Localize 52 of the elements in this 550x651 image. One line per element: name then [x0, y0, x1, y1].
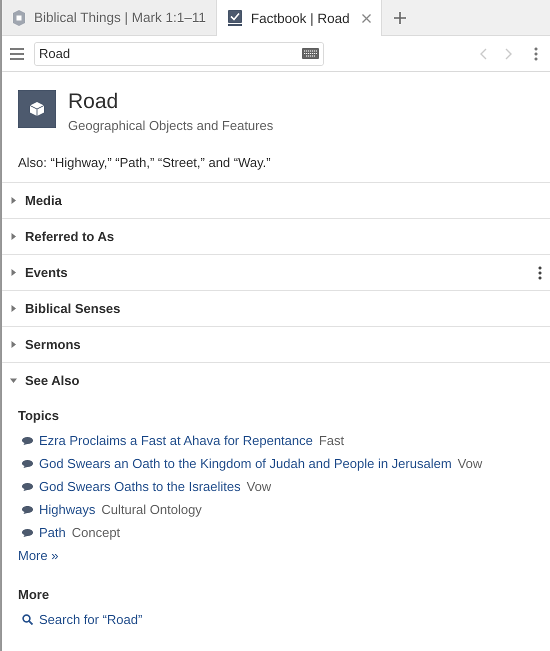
speech-bubble-icon: [22, 482, 33, 490]
section-label: Events: [25, 265, 69, 280]
more-link[interactable]: More »: [18, 548, 58, 563]
add-tab-icon[interactable]: [394, 12, 406, 24]
keyboard-icon[interactable]: [302, 48, 319, 58]
section-header[interactable]: Sermons: [2, 327, 550, 363]
expanded-caret-icon[interactable]: [10, 377, 17, 384]
more-icon[interactable]: [534, 46, 538, 60]
tab[interactable]: Factbook | Road: [216, 0, 382, 36]
search-field[interactable]: Road: [34, 42, 324, 66]
section-label: Media: [25, 193, 63, 208]
collapsed-caret-icon[interactable]: [10, 305, 17, 312]
close-icon[interactable]: [362, 14, 371, 22]
topic-type: Vow: [246, 479, 272, 494]
search-link[interactable]: Search for “Road”: [39, 612, 142, 627]
section-header[interactable]: Biblical Senses: [2, 291, 550, 327]
section-label: Sermons: [25, 337, 82, 352]
checkbook-icon: [226, 10, 243, 26]
topic-link[interactable]: God Swears Oaths to the Israelites: [39, 479, 241, 494]
also-text: Also: “Highway,” “Path,” “Street,” and “Way.”: [2, 149, 550, 183]
section-label: Biblical Senses: [25, 301, 122, 316]
section-label: See Also: [25, 373, 80, 388]
topic-link[interactable]: Path: [39, 525, 66, 540]
section-header[interactable]: Events: [2, 255, 550, 291]
entry-category: Geographical Objects and Features: [68, 118, 274, 133]
section-header[interactable]: See Also: [2, 363, 550, 398]
topic-type: Cultural Ontology: [101, 502, 202, 517]
topic-link[interactable]: God Swears an Oath to the Kingdom of Judah and People in Jerusalem: [39, 456, 452, 471]
menu-icon[interactable]: [10, 48, 24, 60]
collapsed-caret-icon[interactable]: [10, 233, 17, 240]
more-icon[interactable]: [538, 266, 542, 280]
section-header[interactable]: Media: [2, 183, 550, 219]
cube-icon: [18, 90, 56, 128]
collapsed-caret-icon[interactable]: [10, 197, 17, 204]
section-header[interactable]: Referred to As: [2, 219, 550, 255]
topic-type: Vow: [458, 456, 482, 471]
search-icon: [22, 614, 33, 625]
speech-bubble-icon: [22, 528, 33, 536]
topics-heading: Topics: [18, 408, 60, 423]
collapsed-caret-icon[interactable]: [10, 341, 17, 348]
topic-type: Fast: [318, 433, 344, 448]
speech-bubble-icon: [22, 506, 33, 514]
more-heading: More: [18, 587, 50, 602]
speech-bubble-icon: [22, 436, 33, 444]
speech-bubble-icon: [22, 460, 33, 468]
entry-title: Road: [68, 90, 120, 114]
shield-icon: [12, 10, 26, 26]
collapsed-caret-icon[interactable]: [10, 269, 17, 276]
topic-link[interactable]: Highways: [39, 502, 96, 517]
section-label: Referred to As: [25, 229, 116, 244]
topic-type: Concept: [72, 525, 120, 540]
topic-link[interactable]: Ezra Proclaims a Fast at Ahava for Repentance: [39, 433, 313, 448]
